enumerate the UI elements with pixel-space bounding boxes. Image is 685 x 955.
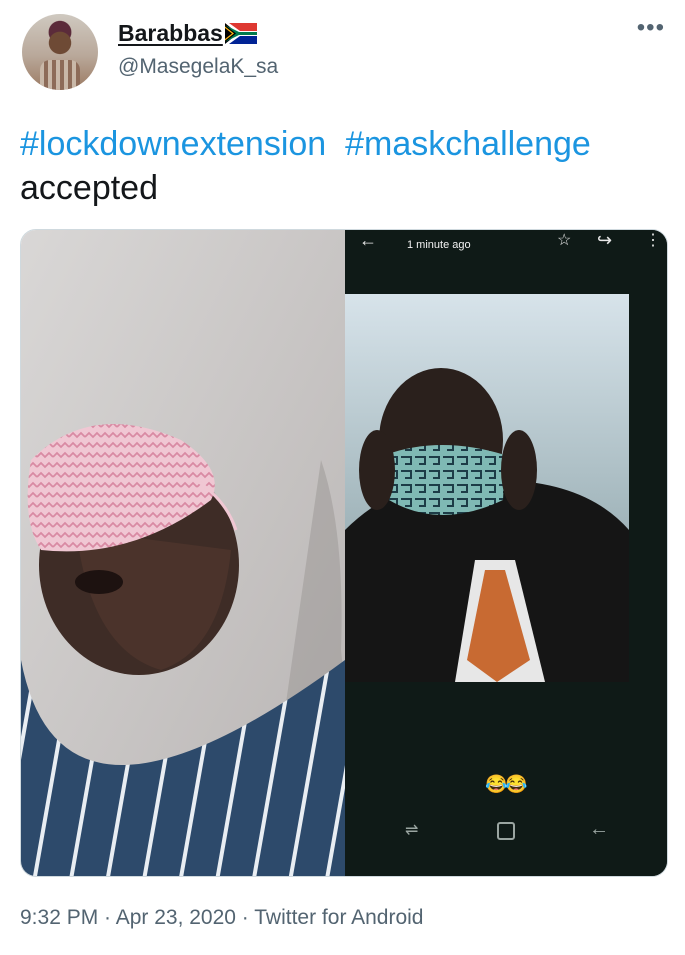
tweet-body-text: accepted <box>20 169 158 207</box>
menu-icon: ⋮ <box>645 232 661 249</box>
author-display-name[interactable]: Barabbas <box>118 20 223 47</box>
avatar-shirt <box>40 60 80 90</box>
avatar[interactable] <box>22 14 98 90</box>
reaction-emojis: 😂😂 <box>485 774 528 794</box>
hashtag-maskchallenge[interactable]: #maskchallenge <box>345 125 591 163</box>
media-photo-right[interactable]: ← 1 minute ago ☆ ↪ ⋮ 😂😂 ⇌ ← <box>345 230 667 876</box>
masked-eyes-photo <box>21 230 345 876</box>
home-icon <box>497 822 515 840</box>
media-photo-left[interactable] <box>21 230 345 876</box>
back-arrow-icon: ← <box>359 230 377 250</box>
star-icon: ☆ <box>557 232 572 249</box>
share-icon: ↪ <box>597 230 613 250</box>
nav-back-icon: ← <box>589 818 609 840</box>
recent-apps-icon: ⇌ <box>405 822 419 839</box>
phone-nav-bar: ⇌ ← <box>345 818 667 850</box>
author-name-row[interactable]: Barabbas <box>118 20 257 47</box>
south-africa-flag-icon <box>224 23 257 44</box>
more-horizontal-icon[interactable]: ••• <box>637 16 665 40</box>
tweet-media[interactable]: ← 1 minute ago ☆ ↪ ⋮ 😂😂 ⇌ ← <box>20 229 668 877</box>
tweet-timestamp[interactable]: 9:32 PM · Apr 23, 2020 · Twitter for And… <box>20 906 424 930</box>
tweet-text: #lockdownextension #maskchallenge accept… <box>20 122 660 210</box>
phone-status-bar: ← 1 minute ago ☆ ↪ ⋮ <box>345 230 667 256</box>
author-handle[interactable]: @MasegelaK_sa <box>118 55 278 79</box>
phone-status-time: 1 minute ago <box>407 239 471 251</box>
hashtag-lockdownextension[interactable]: #lockdownextension <box>20 125 326 163</box>
